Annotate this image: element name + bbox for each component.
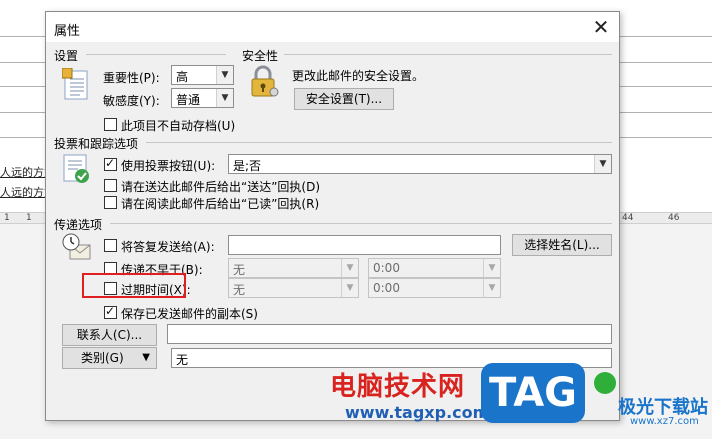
delivery-group-title: 传递选项 <box>54 218 103 232</box>
voting-icon <box>62 153 92 188</box>
ruler-mark: 1 <box>4 213 10 223</box>
not-before-time-value: 0:00 <box>373 261 400 275</box>
separator <box>110 223 612 224</box>
settings-group-title: 设置 <box>54 49 79 63</box>
not-before-date-select[interactable]: 无 ▼ <box>228 258 359 278</box>
doc-line <box>0 62 46 63</box>
expires-date-value: 无 <box>233 283 246 297</box>
doc-line <box>0 86 46 87</box>
chevron-down-icon: ▼ <box>216 89 233 107</box>
close-icon[interactable]: ✕ <box>591 15 611 39</box>
doc-line <box>0 112 46 113</box>
contacts-button[interactable]: 联系人(C)... <box>62 324 157 346</box>
highlight-box <box>82 273 186 298</box>
watermark-tag-logo: TAG <box>481 363 585 423</box>
watermark-brand-text: 电脑技术网 <box>330 372 466 402</box>
lock-icon <box>249 65 279 102</box>
chevron-down-icon: ▼ <box>594 155 611 173</box>
ruler-mark: 44 <box>622 213 634 223</box>
doc-line <box>0 137 46 138</box>
dialog-titlebar: 属性 ✕ <box>46 12 619 42</box>
reply-to-label: 将答复发送给(A): <box>121 240 215 254</box>
no-autoarchive-checkbox[interactable] <box>104 118 117 131</box>
read-receipt-checkbox[interactable] <box>104 196 117 209</box>
watermark-site-logo-icon <box>594 372 616 394</box>
doc-line <box>0 36 46 37</box>
importance-value: 高 <box>176 70 189 84</box>
separator <box>146 142 612 143</box>
contacts-input[interactable] <box>167 324 612 344</box>
no-autoarchive-label: 此项目不自动存档(U) <box>121 119 236 133</box>
use-voting-checkbox[interactable] <box>104 156 117 171</box>
chevron-down-icon: ▼ <box>341 259 358 277</box>
sensitivity-label: 敏感度(Y): <box>103 94 160 108</box>
chevron-down-icon: ▼ <box>483 259 500 277</box>
security-group-title: 安全性 <box>242 49 279 63</box>
categories-button-label: 类别(G) <box>81 351 124 365</box>
delivery-receipt-checkbox[interactable] <box>104 179 117 192</box>
dialog-title: 属性 <box>54 24 81 39</box>
categories-button[interactable]: 类别(G) ▼ <box>62 347 157 369</box>
use-voting-label: 使用投票按钮(U): <box>121 159 216 173</box>
sensitivity-value: 普通 <box>176 93 201 107</box>
voting-value: 是;否 <box>233 159 262 173</box>
not-before-time-select[interactable]: 0:00 ▼ <box>368 258 501 278</box>
chevron-down-icon: ▼ <box>341 279 358 297</box>
watermark-site-url: www.xz7.com <box>630 416 699 427</box>
properties-icon <box>61 67 92 105</box>
save-copy-checkbox[interactable] <box>104 304 117 319</box>
importance-label: 重要性(P): <box>103 71 160 85</box>
separator <box>284 54 612 55</box>
reply-to-input[interactable] <box>228 235 501 255</box>
doc-line <box>619 112 712 113</box>
select-names-button[interactable]: 选择姓名(L)... <box>512 234 612 256</box>
doc-line <box>619 36 712 37</box>
read-receipt-label: 请在阅读此邮件后给出“已读”回执(R) <box>121 197 320 211</box>
importance-select[interactable]: 高 ▼ <box>171 65 234 85</box>
chevron-down-icon: ▼ <box>216 66 233 84</box>
ruler-mark: 1 <box>26 213 32 223</box>
caret-down-icon: ▼ <box>142 352 150 363</box>
watermark-brand-url: www.tagxp.com <box>345 403 490 422</box>
security-settings-button[interactable]: 安全设置(T)... <box>294 88 394 110</box>
doc-line <box>619 86 712 87</box>
chevron-down-icon: ▼ <box>483 279 500 297</box>
voting-buttons-select[interactable]: 是;否 ▼ <box>228 154 612 174</box>
ruler-mark: 46 <box>668 213 680 223</box>
separator <box>86 54 226 55</box>
reply-to-checkbox[interactable] <box>104 239 117 252</box>
expires-date-select[interactable]: 无 ▼ <box>228 278 359 298</box>
save-copy-label: 保存已发送邮件的副本(S) <box>121 307 258 321</box>
not-before-date-value: 无 <box>233 263 246 277</box>
sensitivity-select[interactable]: 普通 ▼ <box>171 88 234 108</box>
voting-group-title: 投票和跟踪选项 <box>54 137 139 151</box>
doc-line <box>619 62 712 63</box>
doc-line <box>619 137 712 138</box>
delivery-clock-icon <box>62 233 92 266</box>
delivery-receipt-label: 请在送达此邮件后给出“送达”回执(D) <box>121 180 321 194</box>
security-description: 更改此邮件的安全设置。 <box>292 69 425 83</box>
expires-time-select[interactable]: 0:00 ▼ <box>368 278 501 298</box>
expires-time-value: 0:00 <box>373 281 400 295</box>
properties-dialog: 属性 ✕ 设置 重要性(P): 高 ▼ 敏感度(Y): 普通 ▼ 此项目不自动存… <box>45 11 620 421</box>
